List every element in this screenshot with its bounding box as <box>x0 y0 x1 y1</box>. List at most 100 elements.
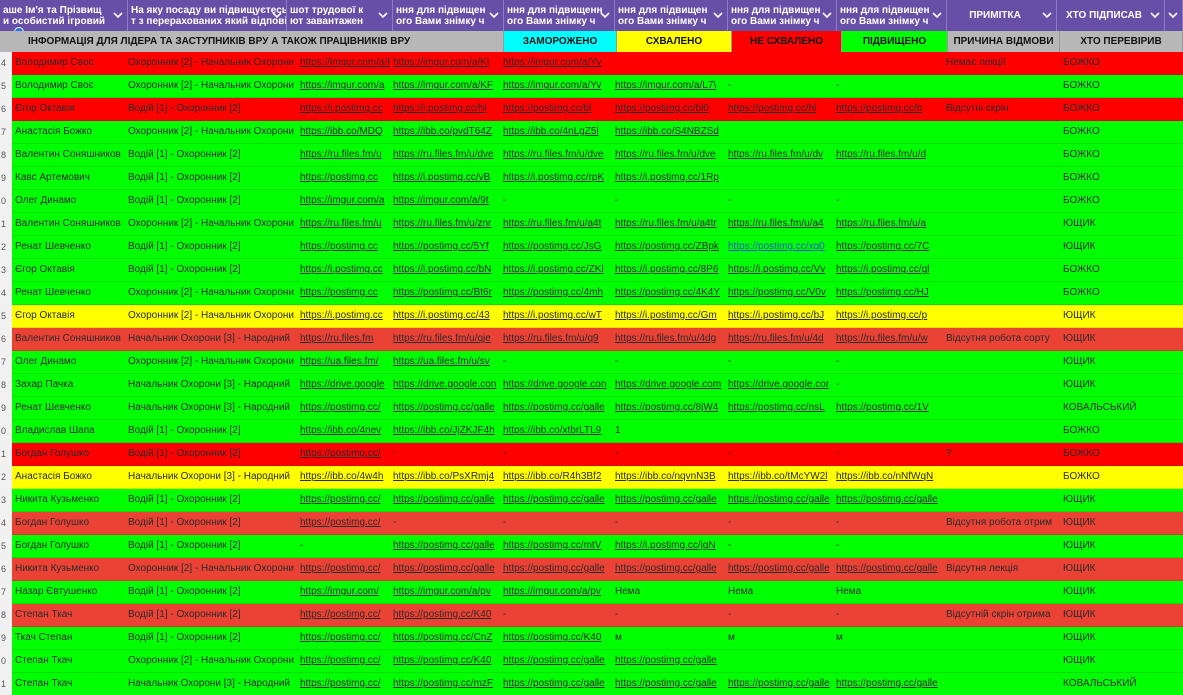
cell-note[interactable] <box>943 420 1055 442</box>
cell-proof-link-5[interactable]: - <box>833 374 943 396</box>
cell-proof-link-2[interactable]: https://postimg.cc/K40 <box>500 627 612 649</box>
cell-proof-link-1[interactable]: https://postimg.cc/K40 <box>390 650 500 672</box>
cell-position[interactable]: Охоронник [2] - Начальник Охорони <box>125 351 297 373</box>
cell-proof-link-4[interactable]: Нема <box>725 581 833 603</box>
cell-proof-link-4[interactable] <box>725 650 833 672</box>
cell-proof-link-4[interactable]: - <box>725 75 833 97</box>
cell-name[interactable]: Богдан Голушко <box>12 535 125 557</box>
cell-proof-link-3[interactable]: https://postimg.cc/ZBpk <box>612 236 725 258</box>
header-proof-3[interactable]: ння для підвищен ого Вами знімку ч <box>615 0 728 31</box>
header-workbook[interactable]: шот трудової к ют завантажен <box>287 0 393 31</box>
cell-position[interactable]: Водій [1] - Охоронник [2] <box>125 259 297 281</box>
cell-name[interactable]: Степан Ткач <box>12 604 125 626</box>
cell-name[interactable]: Володимир Своє <box>12 52 125 74</box>
cell-workbook-link[interactable]: https://postimg.cc/ <box>297 397 390 419</box>
cell-name[interactable]: Володимир Своє <box>12 75 125 97</box>
table-row[interactable]: Богдан Голушко Водій [1] - Охоронник [2] h… <box>12 443 1183 466</box>
cell-proof-link-2[interactable]: - <box>500 443 612 465</box>
cell-proof-link-3[interactable]: 1 <box>612 420 725 442</box>
cell-note[interactable] <box>943 581 1055 603</box>
table-row[interactable]: Кавс Артемович Водій [1] - Охоронник [2] h… <box>12 167 1183 190</box>
cell-proof-link-3[interactable]: https://ru.files.fm/u/dve <box>612 144 725 166</box>
cell-proof-link-3[interactable]: - <box>612 604 725 626</box>
row-number[interactable]: 7 <box>0 581 12 604</box>
cell-note[interactable]: Відсутні скрін <box>943 98 1055 120</box>
cell-proof-link-3[interactable]: https://ru.files.fm/u/a4tr <box>612 213 725 235</box>
table-row[interactable]: Володимир Своє Охоронник [2] - Начальник … <box>12 52 1183 75</box>
cell-proof-link-2[interactable]: https://i.postimg.cc/ZKl <box>500 259 612 281</box>
cell-proof-link-1[interactable]: https://postimg.cc/mzF <box>390 673 500 695</box>
cell-position[interactable]: Охоронник [2] - Начальник Охорони <box>125 75 297 97</box>
row-number[interactable]: 1 <box>0 213 12 236</box>
cell-note[interactable] <box>943 144 1055 166</box>
cell-proof-link-4[interactable]: https://i.postimg.cc/Vv <box>725 259 833 281</box>
cell-signed-by[interactable]: ЮЩИК <box>1055 558 1173 580</box>
cell-proof-link-3[interactable]: Нема <box>612 581 725 603</box>
cell-signed-by[interactable]: БОЖКО <box>1055 282 1173 304</box>
table-row[interactable]: Ренат Шевченко Охоронник [2] - Начальник … <box>12 282 1183 305</box>
cell-position[interactable]: Водій [1] - Охоронник [2] <box>125 420 297 442</box>
header-proof-4[interactable]: ння для підвищен ого Вами знімку ч <box>728 0 837 31</box>
cell-signed-by[interactable]: ЮЩИК <box>1055 213 1173 235</box>
cell-proof-link-2[interactable]: https://i.postimg.cc/wT <box>500 305 612 327</box>
cell-proof-link-5[interactable]: https://ru.files.fm/u/w <box>833 328 943 350</box>
cell-proof-link-1[interactable]: https://imgur.com/a/Kl <box>390 52 500 74</box>
cell-proof-link-5[interactable]: https://postimg.cc/galle <box>833 673 943 695</box>
cell-note[interactable] <box>943 121 1055 143</box>
row-number[interactable]: 2 <box>0 236 12 259</box>
cell-proof-link-3[interactable]: м <box>612 627 725 649</box>
cell-position[interactable]: Охоронник [2] - Начальник Охорони <box>125 558 297 580</box>
cell-name[interactable]: Єгор Октавія <box>12 259 125 281</box>
table-row[interactable]: Никита Кузьменко Водій [1] - Охоронник [2… <box>12 489 1183 512</box>
cell-workbook-link[interactable]: https://i.postimg.cc <box>297 305 390 327</box>
cell-proof-link-3[interactable]: https://postimg.cc/8jW4 <box>612 397 725 419</box>
cell-note[interactable] <box>943 259 1055 281</box>
cell-proof-link-2[interactable]: https://postimg.cc/JsG <box>500 236 612 258</box>
cell-proof-link-1[interactable]: https://ua.files.fm/u/sv <box>390 351 500 373</box>
cell-note[interactable] <box>943 190 1055 212</box>
cell-workbook-link[interactable]: https://i.postimg.cc <box>297 259 390 281</box>
cell-proof-link-3[interactable]: https://i.postimg.cc/8P6 <box>612 259 725 281</box>
cell-name[interactable]: Степан Ткач <box>12 650 125 672</box>
table-row[interactable]: Богдан Голушко Водій [1] - Охоронник [2] -… <box>12 535 1183 558</box>
header-position[interactable]: На яку посаду ви підвищуєтесь? т з перер… <box>128 0 287 31</box>
cell-proof-link-4[interactable]: - <box>725 443 833 465</box>
cell-note[interactable]: Відсутня робота отрим <box>943 512 1055 534</box>
cell-workbook-link[interactable]: https://ibb.co/MDQ <box>297 121 390 143</box>
filter-dropdown-icon[interactable] <box>821 9 833 21</box>
row-number[interactable]: 5 <box>0 535 12 558</box>
table-row[interactable]: Анастасія Божко Начальник Охорони [3] - Н… <box>12 466 1183 489</box>
cell-proof-link-1[interactable]: - <box>390 512 500 534</box>
cell-proof-link-3[interactable]: https://ibb.co/nqvnN3B <box>612 466 725 488</box>
filter-dropdown-icon[interactable] <box>1167 9 1179 21</box>
cell-proof-link-3[interactable]: https://i.postimg.cc/Gm <box>612 305 725 327</box>
cell-note[interactable] <box>943 282 1055 304</box>
header-signed[interactable]: ХТО ПІДПИСАВ <box>1057 0 1165 31</box>
cell-position[interactable]: Охоронник [2] - Начальник Охорони <box>125 650 297 672</box>
row-number[interactable]: 7 <box>0 351 12 374</box>
cell-proof-link-5[interactable]: - <box>833 443 943 465</box>
cell-workbook-link[interactable]: https://i.postimg.cc <box>297 98 390 120</box>
cell-position[interactable]: Охоронник [2] - Начальник Охорони <box>125 282 297 304</box>
cell-signed-by[interactable]: ЮЩИК <box>1055 627 1173 649</box>
cell-proof-link-1[interactable]: https://postimg.cc/Bt6r <box>390 282 500 304</box>
row-number[interactable]: 1 <box>0 443 12 466</box>
cell-proof-link-1[interactable]: https://postimg.cc/K40 <box>390 604 500 626</box>
table-row[interactable]: Степан Ткач Водій [1] - Охоронник [2] http… <box>12 604 1183 627</box>
cell-proof-link-2[interactable]: https://postimg.cc/galle <box>500 489 612 511</box>
cell-proof-link-4[interactable]: https://postimg.cc/galle <box>725 673 833 695</box>
cell-proof-link-3[interactable]: https://ibb.co/S4NBZSd <box>612 121 725 143</box>
cell-signed-by[interactable]: ЮЩИК <box>1055 328 1173 350</box>
table-row[interactable]: Валентин Соняшников Начальник Охорони [3]… <box>12 328 1183 351</box>
cell-proof-link-2[interactable]: https://postimg.cc/bl <box>500 98 612 120</box>
cell-proof-link-2[interactable]: https://ru.files.fm/u/dve <box>500 144 612 166</box>
cell-name[interactable]: Ренат Шевченко <box>12 282 125 304</box>
cell-signed-by[interactable]: БОЖКО <box>1055 259 1173 281</box>
cell-proof-link-5[interactable]: https://postimg.cc/1V <box>833 397 943 419</box>
cell-proof-link-3[interactable]: https://postimg.cc/4K4Y <box>612 282 725 304</box>
cell-proof-link-1[interactable]: https://postimg.cc/galle <box>390 397 500 419</box>
cell-proof-link-5[interactable]: - <box>833 190 943 212</box>
cell-workbook-link[interactable]: https://ibb.co/4nev <box>297 420 390 442</box>
cell-signed-by[interactable]: БОЖКО <box>1055 75 1173 97</box>
filter-dropdown-icon[interactable] <box>931 9 943 21</box>
